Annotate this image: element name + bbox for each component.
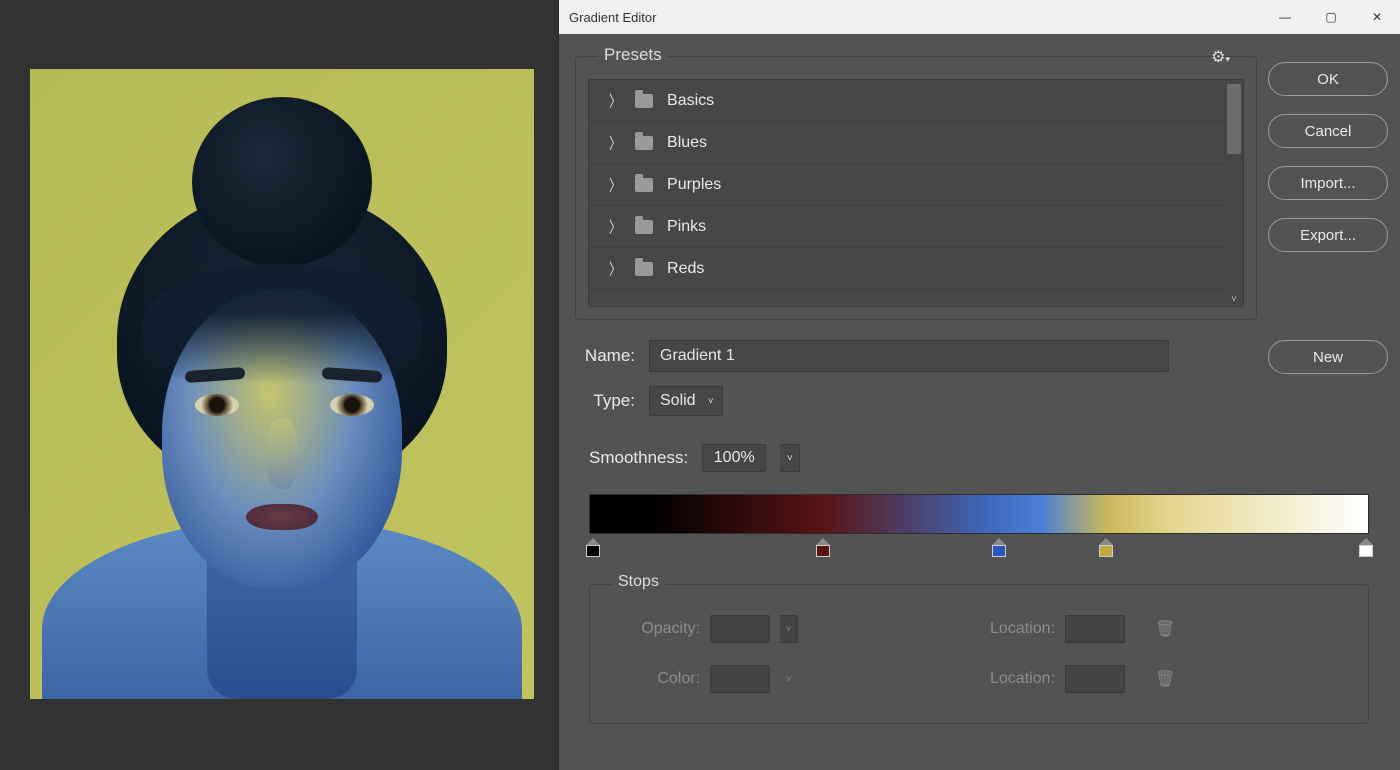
trash-icon[interactable]: 🗑 (1155, 669, 1175, 689)
chevron-down-icon[interactable]: ˅ (786, 674, 792, 685)
stops-fieldset: Stops Opacity: ˅ Location: 🗑 Color: ˅ Lo… (589, 584, 1369, 724)
export-button[interactable]: Export... (1268, 218, 1388, 252)
chevron-right-icon: 〉 (609, 89, 621, 111)
color-stop-0[interactable] (586, 538, 600, 556)
close-button[interactable]: ✕ (1354, 0, 1400, 34)
preset-label: Blues (667, 134, 707, 152)
new-button[interactable]: New (1268, 340, 1388, 374)
smoothness-input[interactable]: 100% (702, 444, 766, 472)
presets-legend: Presets (598, 45, 668, 65)
gradient-editor-dialog: Gradient Editor — ▢ ✕ OK Cancel Import..… (558, 0, 1400, 770)
opacity-label: Opacity: (630, 620, 700, 638)
stops-legend: Stops (612, 573, 665, 591)
action-column: OK Cancel Import... Export... (1268, 62, 1388, 252)
chevron-down-icon: ˅ (708, 396, 714, 407)
type-select[interactable]: Solid ˅ (649, 386, 723, 416)
chevron-right-icon: 〉 (609, 257, 621, 279)
gear-icon[interactable]: ⚙▾ (1211, 47, 1230, 67)
opacity-dropdown[interactable]: ˅ (780, 615, 798, 643)
trash-icon[interactable]: 🗑 (1155, 619, 1175, 639)
color-stop-2[interactable] (992, 538, 1006, 556)
color-label: Color: (630, 670, 700, 688)
preset-label: Basics (667, 92, 714, 110)
scroll-thumb[interactable] (1227, 84, 1241, 154)
location-label-1: Location: (990, 620, 1055, 638)
titlebar[interactable]: Gradient Editor — ▢ ✕ (559, 0, 1400, 34)
smoothness-dropdown[interactable]: ˅ (780, 444, 800, 472)
smoothness-label: Smoothness: (589, 448, 688, 468)
ok-button[interactable]: OK (1268, 62, 1388, 96)
folder-icon (635, 136, 653, 150)
opacity-input[interactable] (710, 615, 770, 643)
type-row: Type: Solid ˅ (575, 386, 723, 416)
folder-icon (635, 220, 653, 234)
chevron-right-icon: 〉 (609, 173, 621, 195)
color-stop-3[interactable] (1099, 538, 1113, 556)
dialog-title: Gradient Editor (569, 10, 656, 25)
preset-folder-basics[interactable]: 〉 Basics (589, 80, 1243, 122)
preset-folder-reds[interactable]: 〉 Reds (589, 248, 1243, 290)
cancel-button[interactable]: Cancel (1268, 114, 1388, 148)
color-stop-1[interactable] (816, 538, 830, 556)
gradient-area (589, 494, 1369, 534)
folder-icon (635, 178, 653, 192)
opacity-row: Opacity: ˅ (630, 615, 798, 643)
preset-folder-blues[interactable]: 〉 Blues (589, 122, 1243, 164)
opacity-location-row: Location: 🗑 (990, 615, 1175, 643)
dialog-content: OK Cancel Import... Export... New Preset… (559, 34, 1400, 770)
minimize-button[interactable]: — (1262, 0, 1308, 34)
type-label: Type: (575, 391, 635, 411)
chevron-right-icon: 〉 (609, 131, 621, 153)
folder-icon (635, 262, 653, 276)
chevron-right-icon: 〉 (609, 215, 621, 237)
name-label: Name: (575, 346, 635, 366)
scroll-down-icon[interactable]: ˅ (1227, 292, 1241, 306)
smoothness-row: Smoothness: 100% ˅ (589, 444, 800, 472)
color-location-row: Location: 🗑 (990, 665, 1175, 693)
opacity-location-input[interactable] (1065, 615, 1125, 643)
preset-folder-purples[interactable]: 〉 Purples (589, 164, 1243, 206)
location-label-2: Location: (990, 670, 1055, 688)
maximize-button[interactable]: ▢ (1308, 0, 1354, 34)
import-button[interactable]: Import... (1268, 166, 1388, 200)
portrait-image (30, 69, 534, 699)
presets-list[interactable]: 〉 Basics 〉 Blues 〉 Purples 〉 Pinks 〉 Reds ˄ ˅ (588, 79, 1244, 307)
minimize-icon: — (1279, 10, 1291, 24)
gradient-bar[interactable] (589, 494, 1369, 534)
color-swatch[interactable] (710, 665, 770, 693)
document-preview (30, 69, 534, 699)
preset-folder-pinks[interactable]: 〉 Pinks (589, 206, 1243, 248)
preset-label: Purples (667, 176, 721, 194)
presets-fieldset: Presets ⚙▾ 〉Basics〉Blues〉Purples〉Pinks〉R… (575, 56, 1257, 320)
color-stop-4[interactable] (1359, 538, 1373, 556)
presets-scrollbar[interactable]: ˄ ˅ (1225, 80, 1243, 306)
maximize-icon: ▢ (1325, 10, 1336, 24)
close-icon: ✕ (1372, 10, 1382, 24)
color-location-input[interactable] (1065, 665, 1125, 693)
preset-label: Pinks (667, 218, 706, 236)
name-input[interactable] (649, 340, 1169, 372)
name-row: Name: (575, 340, 1169, 372)
folder-icon (635, 94, 653, 108)
preset-label: Reds (667, 260, 704, 278)
color-row: Color: ˅ (630, 665, 792, 693)
type-value: Solid (660, 392, 696, 410)
